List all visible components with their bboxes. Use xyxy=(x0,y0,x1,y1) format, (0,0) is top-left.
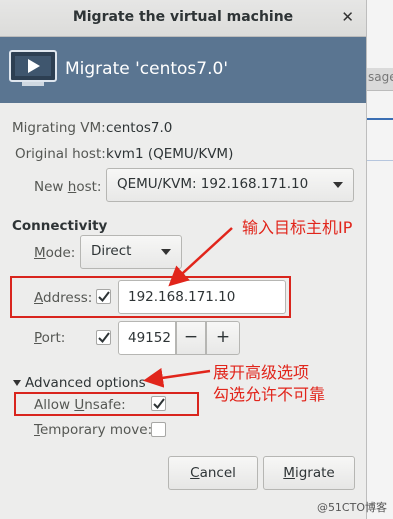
advanced-annotation-line2: 勾选允许不可靠 xyxy=(213,385,326,404)
address-arrow xyxy=(168,227,233,287)
watermark: @51CTO博客 xyxy=(316,501,387,514)
address-annotation: 输入目标主机IP xyxy=(242,218,353,237)
advanced-annotation-line1: 展开高级选项 xyxy=(213,363,310,382)
advanced-arrow xyxy=(143,367,211,388)
annotation-arrows xyxy=(143,227,233,388)
